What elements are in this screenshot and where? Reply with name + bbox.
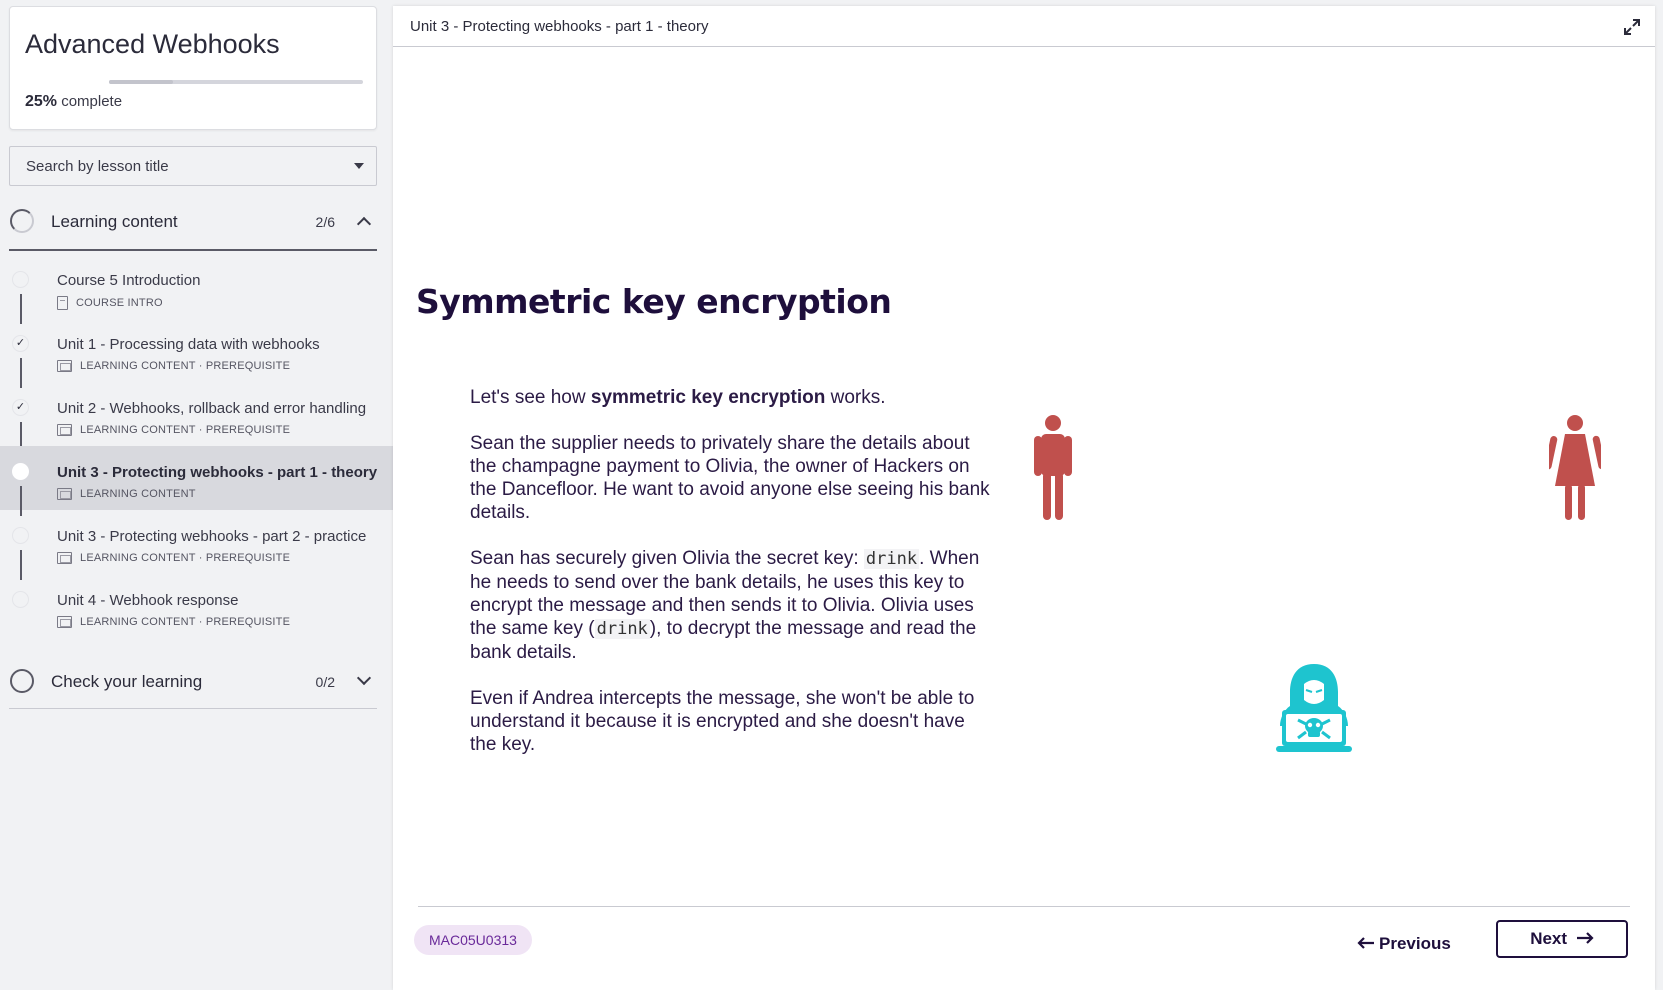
slides-icon	[57, 360, 72, 372]
paragraph: Even if Andrea intercepts the message, s…	[470, 688, 975, 755]
progress-text: 25% complete	[25, 93, 122, 111]
paragraph: Sean has securely given Olivia the secre…	[470, 547, 990, 664]
lesson-meta: LEARNING CONTENT	[57, 488, 196, 500]
next-button[interactable]: Next	[1496, 920, 1628, 958]
lesson-status-dot	[12, 271, 29, 288]
lesson-meta-text: LEARNING CONTENT · PREREQUISITE	[80, 552, 291, 564]
lesson-meta-text: LEARNING CONTENT · PREREQUISITE	[80, 424, 291, 436]
progress-suffix: complete	[61, 93, 123, 110]
lesson-search-select[interactable]: Search by lesson title	[9, 146, 377, 186]
course-title: Advanced Webhooks	[25, 29, 280, 59]
lesson-status-dot	[12, 463, 29, 480]
previous-button[interactable]: Previous	[1357, 925, 1451, 963]
caret-down-icon	[354, 163, 364, 169]
lesson-status-dot	[12, 591, 29, 608]
lesson-status-dot	[12, 527, 29, 544]
lesson-meta: COURSE INTRO	[57, 296, 163, 310]
slides-icon	[57, 424, 72, 436]
woman-icon	[1549, 415, 1601, 520]
code-snippet: drink	[594, 619, 650, 639]
section-divider	[9, 708, 377, 709]
lesson-meta: LEARNING CONTENT · PREREQUISITE	[57, 552, 290, 564]
checkmark-icon: ✓	[12, 335, 29, 352]
lesson-search-label: Search by lesson title	[26, 158, 169, 175]
progress-bar-fill	[109, 80, 173, 84]
sidebar: Advanced Webhooks 25% complete Search by…	[0, 0, 393, 990]
bold-text: symmetric key encryption	[590, 387, 826, 408]
paragraph: Let's see how symmetric key encryption w…	[470, 386, 990, 409]
lesson-title: Unit 3 - Protecting webhooks - part 2 - …	[57, 528, 367, 545]
section-title: Check your learning	[51, 672, 203, 691]
lesson-title: Unit 1 - Processing data with webhooks	[57, 336, 320, 353]
slides-icon	[57, 616, 72, 628]
text: Let's see how	[470, 387, 591, 408]
document-icon	[57, 296, 68, 310]
slides-icon	[57, 488, 72, 500]
arrow-right-icon	[1576, 932, 1594, 944]
man-icon	[1034, 415, 1072, 520]
course-card: Advanced Webhooks 25% complete	[9, 6, 377, 130]
lesson-item[interactable]: ✓ Unit 1 - Processing data with webhooks…	[0, 318, 393, 388]
lesson-meta-text: COURSE INTRO	[76, 297, 163, 309]
lesson-item[interactable]: ✓ Unit 2 - Webhooks, rollback and error …	[0, 382, 393, 452]
content-topbar: Unit 3 - Protecting webhooks - part 1 - …	[393, 6, 1655, 47]
lesson-title: Unit 3 - Protecting webhooks - part 1 - …	[57, 464, 378, 481]
checkmark-icon: ✓	[12, 399, 29, 416]
lesson-title: Unit 2 - Webhooks, rollback and error ha…	[57, 400, 367, 417]
progress-bar	[109, 80, 363, 84]
chevron-down-icon	[356, 670, 372, 686]
lesson-meta: LEARNING CONTENT · PREREQUISITE	[57, 360, 290, 372]
slides-icon	[57, 552, 72, 564]
progress-ring-icon	[10, 669, 34, 693]
section-check-your-learning[interactable]: Check your learning 0/2	[9, 655, 377, 707]
lesson-item-active[interactable]: Unit 3 - Protecting webhooks - part 1 - …	[0, 446, 393, 516]
partial-progress-ring-icon	[10, 209, 34, 233]
chevron-up-icon	[356, 216, 372, 232]
lesson-title: Unit 4 - Webhook response	[57, 592, 239, 609]
section-divider	[9, 249, 377, 251]
lesson-list: Course 5 Introduction COURSE INTRO ✓ Uni…	[0, 254, 393, 638]
lesson-title: Course 5 Introduction	[57, 272, 201, 289]
lesson-meta-text: LEARNING CONTENT · PREREQUISITE	[80, 616, 291, 628]
arrow-left-icon	[1357, 937, 1374, 949]
section-title: Learning content	[51, 212, 178, 231]
lesson-meta-text: LEARNING CONTENT	[80, 488, 196, 500]
lesson-content-panel: Unit 3 - Protecting webhooks - part 1 - …	[393, 6, 1655, 990]
lesson-meta: LEARNING CONTENT · PREREQUISITE	[57, 424, 290, 436]
code-snippet: drink	[863, 549, 920, 569]
next-label: Next	[1530, 929, 1568, 948]
text: works.	[825, 387, 886, 408]
lesson-heading: Symmetric key encryption	[416, 282, 892, 321]
hacker-icon	[1276, 664, 1352, 752]
lesson-item[interactable]: Unit 4 - Webhook response LEARNING CONTE…	[0, 574, 393, 638]
text: Sean has securely given Olivia the secre…	[470, 548, 864, 569]
section-learning-content[interactable]: Learning content 2/6	[9, 195, 377, 247]
lesson-meta: LEARNING CONTENT · PREREQUISITE	[57, 616, 290, 628]
topbar-title: Unit 3 - Protecting webhooks - part 1 - …	[410, 18, 709, 35]
lesson-item[interactable]: Course 5 Introduction COURSE INTRO	[0, 254, 393, 324]
lesson-body: Let's see how symmetric key encryption w…	[470, 386, 990, 779]
paragraph: Sean the supplier needs to privately sha…	[470, 433, 990, 523]
lesson-item[interactable]: Unit 3 - Protecting webhooks - part 2 - …	[0, 510, 393, 580]
lesson-code-badge: MAC05U0313	[414, 925, 532, 955]
expand-icon[interactable]	[1623, 18, 1641, 36]
section-count: 0/2	[315, 674, 335, 690]
lesson-meta-text: LEARNING CONTENT · PREREQUISITE	[80, 360, 291, 372]
footer-divider	[418, 906, 1630, 907]
progress-percent: 25%	[25, 93, 58, 110]
previous-label: Previous	[1379, 934, 1451, 953]
section-count: 2/6	[315, 214, 335, 230]
